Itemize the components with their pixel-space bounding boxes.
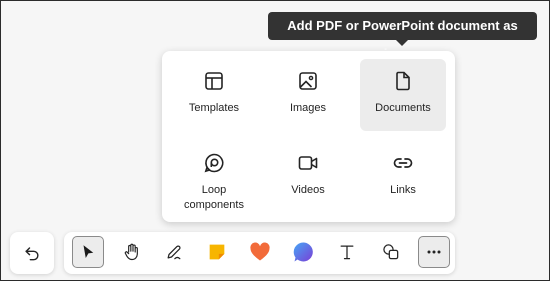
shapes-icon xyxy=(383,244,399,260)
reaction-button[interactable] xyxy=(244,236,276,268)
text-tool-button[interactable] xyxy=(331,236,363,268)
menu-item-links[interactable]: Links xyxy=(360,141,446,213)
tooltip: Add PDF or PowerPoint document as image xyxy=(268,12,537,61)
bottom-toolbar xyxy=(64,232,455,274)
menu-item-label: Templates xyxy=(188,102,240,114)
insert-menu: Templates Images Documents Loop componen… xyxy=(162,51,455,222)
sticky-note-button[interactable] xyxy=(201,236,233,268)
sticky-note-icon xyxy=(209,244,225,260)
video-icon xyxy=(298,156,318,170)
menu-item-label: Documents xyxy=(375,102,431,114)
tooltip-arrow xyxy=(395,39,409,46)
more-icon xyxy=(427,250,441,254)
loop-icon xyxy=(204,153,224,173)
more-button[interactable] xyxy=(418,236,450,268)
heart-reaction-icon xyxy=(250,242,270,261)
menu-item-videos[interactable]: Videos xyxy=(265,141,351,213)
undo-button[interactable] xyxy=(10,232,54,274)
pen-tool-button[interactable] xyxy=(158,236,190,268)
menu-item-label: Videos xyxy=(291,184,325,196)
menu-item-templates[interactable]: Templates xyxy=(171,59,257,131)
shapes-tool-button[interactable] xyxy=(375,236,407,268)
pan-tool-button[interactable] xyxy=(116,236,148,268)
pen-icon xyxy=(167,245,181,260)
link-icon xyxy=(393,158,413,168)
select-tool-button[interactable] xyxy=(72,236,104,268)
menu-item-label: Loop components xyxy=(184,184,244,211)
menu-item-label: Links xyxy=(390,184,416,196)
hand-pan-icon xyxy=(124,243,138,261)
menu-item-label: Images xyxy=(289,102,327,114)
document-icon xyxy=(396,71,410,91)
menu-item-documents[interactable]: Documents xyxy=(360,59,446,131)
image-icon xyxy=(299,72,317,90)
templates-icon xyxy=(205,72,223,90)
select-pointer-icon xyxy=(83,245,94,258)
menu-item-images[interactable]: Images xyxy=(265,59,351,131)
undo-icon xyxy=(25,247,39,261)
text-icon xyxy=(340,245,354,260)
comment-icon xyxy=(293,242,313,262)
comment-button[interactable] xyxy=(288,236,320,268)
menu-item-loop-components[interactable]: Loop components xyxy=(171,141,257,217)
